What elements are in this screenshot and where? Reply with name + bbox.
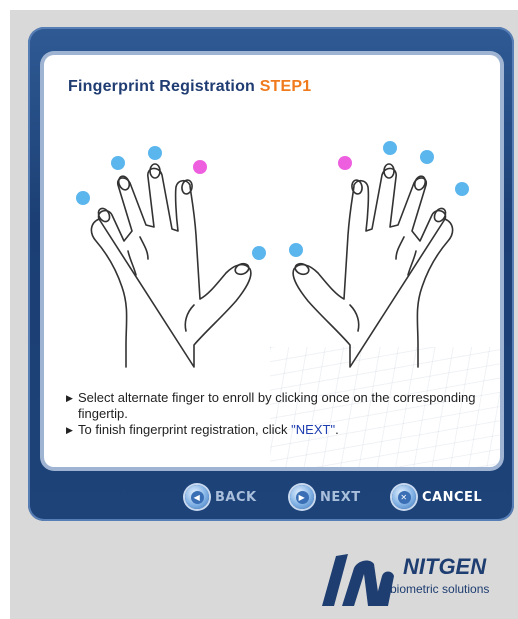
right-ring-fingertip[interactable] [420,150,434,164]
back-button[interactable]: ◀ BACK [185,483,257,511]
logo-name: NITGEN [403,554,487,579]
next-button[interactable]: ▶ NEXT [290,483,361,511]
cancel-button[interactable]: ✕ CANCEL [392,483,482,511]
right-thumb-fingertip[interactable] [289,243,303,257]
instruction-1: ▶ Select alternate finger to enroll by c… [66,390,476,421]
back-arrow-icon: ◀ [185,485,209,509]
next-button-label: NEXT [320,489,361,505]
nitgen-logo: NITGEN biometric solutions [318,548,518,612]
right-pinky-fingertip[interactable] [455,182,469,196]
next-arrow-icon: ▶ [290,485,314,509]
right-index-fingertip[interactable] [338,156,352,170]
instruction-2: ▶ To finish fingerprint registration, cl… [66,422,339,437]
bullet-icon: ▶ [66,425,73,435]
instructions: ▶ Select alternate finger to enroll by c… [66,390,486,438]
right-middle-fingertip[interactable] [383,141,397,155]
cancel-button-label: CANCEL [422,489,483,505]
bullet-icon: ▶ [66,393,73,403]
left-index-fingertip[interactable] [193,160,207,174]
logo-mark-icon [322,554,394,606]
content-panel: Fingerprint Registration STEP1 ▶ Select … [44,55,500,467]
left-pinky-fingertip[interactable] [76,191,90,205]
close-icon: ✕ [392,485,416,509]
left-ring-fingertip[interactable] [111,156,125,170]
left-hand-outline [90,167,252,368]
back-button-label: BACK [215,489,257,505]
left-thumb-fingertip[interactable] [252,246,266,260]
right-hand-outline [292,167,454,368]
left-middle-fingertip[interactable] [148,146,162,160]
logo-tagline: biometric solutions [390,582,490,596]
